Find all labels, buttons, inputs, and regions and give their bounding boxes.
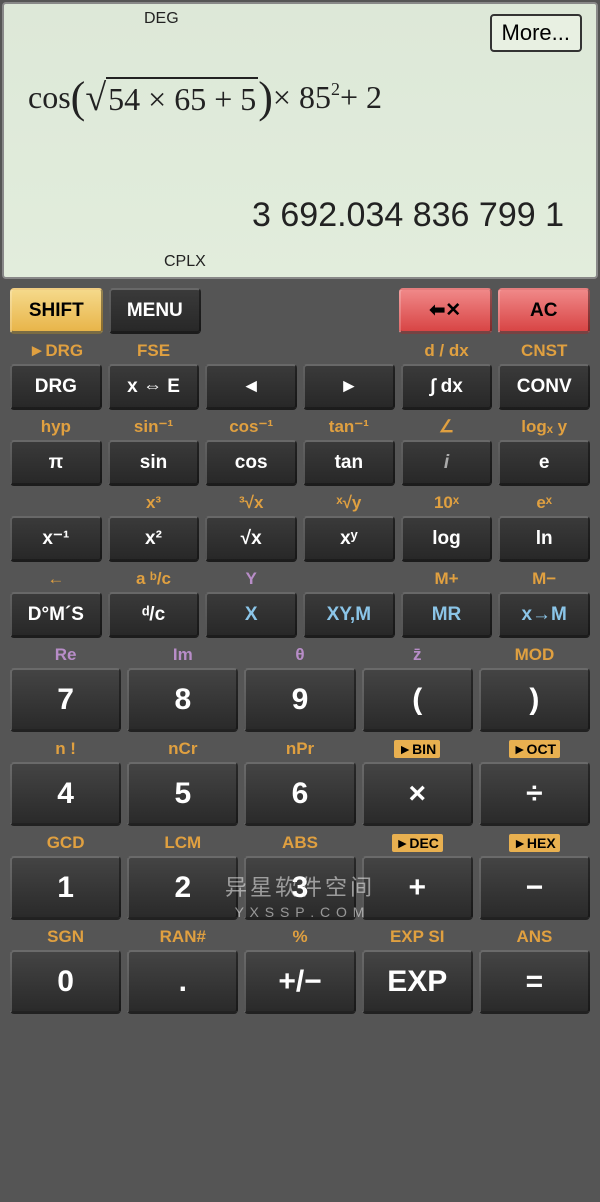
alt-labels-5: Re Im θ z̄ MOD xyxy=(4,641,596,665)
sqrt-button[interactable]: √x xyxy=(205,516,297,562)
exp-button[interactable]: EXP xyxy=(362,950,473,1014)
result-display: 3 692.034 836 799 1 xyxy=(252,196,564,235)
alt-labels-8: SGN RAN# % EXP SI ANS xyxy=(4,923,596,947)
complex-mode-label: CPLX xyxy=(164,253,206,271)
minus-button[interactable]: − xyxy=(479,856,590,920)
alt-labels-4: ← a ᵇ/c Y M+ M− xyxy=(4,565,596,589)
keypad: SHIFT MENU ⬅✕ AC ►DRG FSE d / dx CNST DR… xyxy=(0,281,600,1021)
x-power-y-button[interactable]: xʸ xyxy=(303,516,395,562)
sign-button[interactable]: +/− xyxy=(244,950,355,1014)
pi-button[interactable]: π xyxy=(10,440,102,486)
alt-labels-2: hyp sin⁻¹ cos⁻¹ tan⁻¹ ∠ logₓ y xyxy=(4,413,596,437)
x-e-button[interactable]: x ⇔ E xyxy=(108,364,200,410)
equals-button[interactable]: = xyxy=(479,950,590,1014)
more-button[interactable]: More... xyxy=(490,14,582,52)
left-arrow-button[interactable]: ◄ xyxy=(205,364,297,410)
ln-button[interactable]: ln xyxy=(498,516,590,562)
multiply-button[interactable]: × xyxy=(362,762,473,826)
decimal-button[interactable]: . xyxy=(127,950,238,1014)
integral-button[interactable]: ∫ dx xyxy=(401,364,493,410)
conv-button[interactable]: CONV xyxy=(498,364,590,410)
divide-button[interactable]: ÷ xyxy=(479,762,590,826)
close-paren-button[interactable]: ) xyxy=(479,668,590,732)
i-button[interactable]: i xyxy=(401,440,493,486)
backspace-icon: ⬅✕ xyxy=(429,300,461,321)
digit-9-button[interactable]: 9 xyxy=(244,668,355,732)
e-button[interactable]: e xyxy=(498,440,590,486)
digit-5-button[interactable]: 5 xyxy=(127,762,238,826)
alt-labels-7: GCD LCM ABS ►DEC ►HEX xyxy=(4,829,596,853)
digit-1-button[interactable]: 1 xyxy=(10,856,121,920)
xym-button[interactable]: XY,M xyxy=(303,592,395,638)
shift-button[interactable]: SHIFT xyxy=(10,288,103,334)
digit-8-button[interactable]: 8 xyxy=(127,668,238,732)
sin-button[interactable]: sin xyxy=(108,440,200,486)
digit-7-button[interactable]: 7 xyxy=(10,668,121,732)
log-button[interactable]: log xyxy=(401,516,493,562)
display-panel: DEG More... cos(√54 × 65 + 5) × 852 + 2 … xyxy=(2,2,598,279)
digit-6-button[interactable]: 6 xyxy=(244,762,355,826)
backspace-button[interactable]: ⬅✕ xyxy=(399,288,492,334)
cos-button[interactable]: cos xyxy=(205,440,297,486)
menu-button[interactable]: MENU xyxy=(109,288,202,334)
x-inverse-button[interactable]: x⁻¹ xyxy=(10,516,102,562)
alt-labels-6: n ! nCr nPr ►BIN ►OCT xyxy=(4,735,596,759)
x-to-m-button[interactable]: x→M xyxy=(498,592,590,638)
expression-display: cos(√54 × 65 + 5) × 852 + 2 xyxy=(28,72,382,123)
digit-4-button[interactable]: 4 xyxy=(10,762,121,826)
digit-3-button[interactable]: 3 xyxy=(244,856,355,920)
alt-labels-1: ►DRG FSE d / dx CNST xyxy=(4,337,596,361)
open-paren-button[interactable]: ( xyxy=(362,668,473,732)
digit-2-button[interactable]: 2 xyxy=(127,856,238,920)
angle-mode-label: DEG xyxy=(144,10,179,28)
digit-0-button[interactable]: 0 xyxy=(10,950,121,1014)
x-mem-button[interactable]: X xyxy=(205,592,297,638)
drg-button[interactable]: DRG xyxy=(10,364,102,410)
tan-button[interactable]: tan xyxy=(303,440,395,486)
dms-button[interactable]: D°M´S xyxy=(10,592,102,638)
alt-labels-3: x³ ³√x ˣ√y 10ˣ eˣ xyxy=(4,489,596,513)
all-clear-button[interactable]: AC xyxy=(498,288,591,334)
plus-button[interactable]: + xyxy=(362,856,473,920)
right-arrow-button[interactable]: ► xyxy=(303,364,395,410)
fraction-button[interactable]: ᵈ/c xyxy=(108,592,200,638)
x-squared-button[interactable]: x² xyxy=(108,516,200,562)
mr-button[interactable]: MR xyxy=(401,592,493,638)
